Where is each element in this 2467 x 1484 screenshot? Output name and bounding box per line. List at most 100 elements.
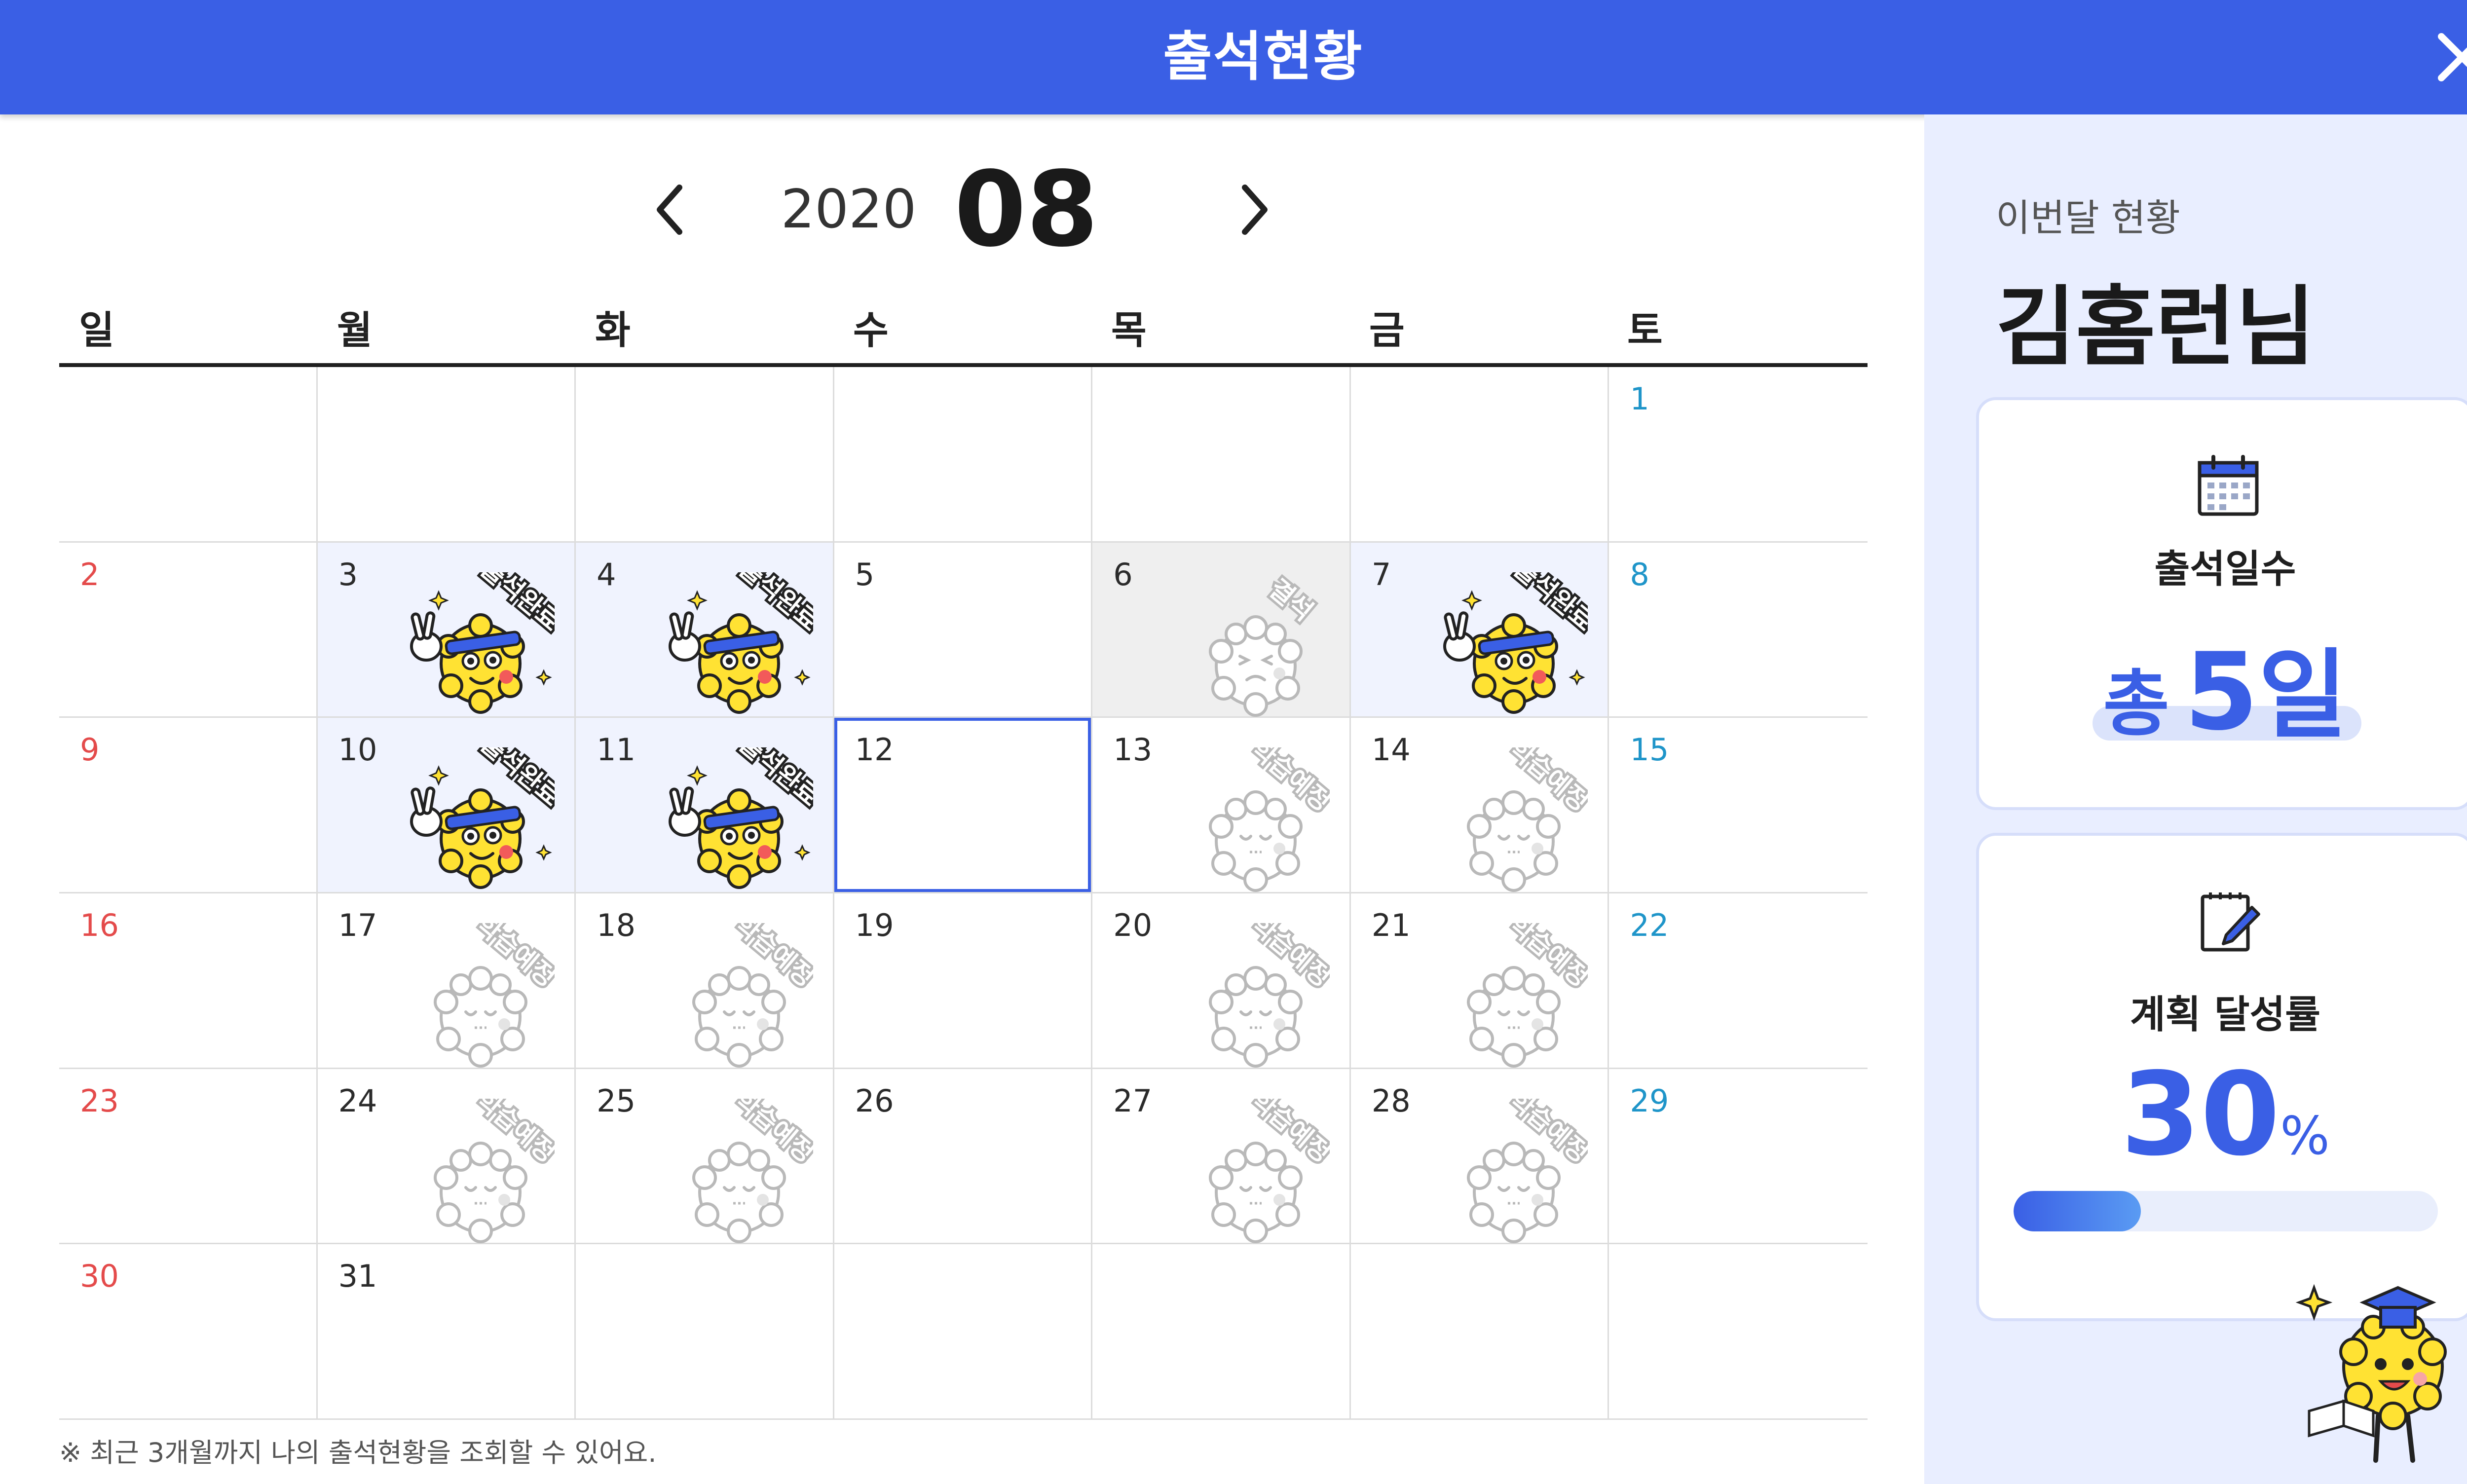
calendar-day-23[interactable]: 23 [59,1069,318,1245]
day-number: 26 [855,1082,894,1119]
plan-progress-fill [2014,1191,2141,1231]
chevron-left-icon [657,185,682,235]
day-number: 8 [1630,556,1649,593]
calendar-day-22[interactable]: 22 [1609,893,1868,1069]
plan-rate-unit: % [2280,1106,2330,1166]
calendar-day-26[interactable]: 26 [834,1069,1093,1245]
calendar-day-9[interactable]: 9 [59,718,318,893]
calendar-empty-cell [1092,1244,1351,1420]
calendar-day-4[interactable]: 4 출석완료 [576,542,834,720]
user-name: 김홈런님 [1996,277,2316,378]
day-number: 29 [1630,1082,1669,1119]
calendar-day-1[interactable]: 1 [1609,367,1868,543]
day-number: 13 [1113,732,1153,768]
study-planned-stamp-icon: 학습예정 [1172,732,1339,895]
footnote: ※ 최근 3개월까지 나의 출석현황을 조회할 수 있어요. [59,1437,657,1468]
calendar-day-13[interactable]: 13 학습예정 [1092,718,1351,893]
plan-rate-value: 30 [2121,1048,2280,1181]
calendar-day-29[interactable]: 29 [1609,1069,1868,1245]
notepad-pencil-icon [2194,888,2263,957]
attendance-total: 총 5일 [1979,617,2467,757]
attendance-unit: 일 [2258,639,2348,752]
day-number: 3 [338,556,358,593]
study-planned-stamp-icon: 학습예정 [1430,732,1597,895]
calendar-day-28[interactable]: 28 학습예정 [1350,1069,1609,1247]
calendar-day-3[interactable]: 3 출석완료 [317,542,576,720]
attendance-card: 출석일수 총 5일 [1976,397,2467,810]
calendar-day-25[interactable]: 25 학습예정 [576,1069,834,1245]
attendance-label: 출석일수 [2154,547,2296,592]
calendar-empty-cell [1350,367,1609,543]
title-bar: 출석현황 [0,0,2467,114]
study-planned-stamp-icon: 학습예정 [655,907,822,1071]
day-number: 12 [855,732,894,768]
day-number: 1 [1630,381,1649,417]
calendar-empty-cell [1609,1244,1868,1420]
calendar-day-16[interactable]: 16 [59,893,318,1069]
day-number: 4 [597,556,616,593]
weekday-label: 화 [595,308,631,353]
calendar-day-31[interactable]: 31 [317,1244,576,1420]
calendar-empty-cell [59,367,318,543]
study-planned-stamp-icon: 학습예정 [1172,1082,1339,1247]
weekday-label: 일 [79,308,114,353]
day-number: 19 [855,907,894,943]
calendar-day-19[interactable]: 19 [834,893,1093,1069]
calendar-day-15[interactable]: 15 [1609,718,1868,893]
attendance-complete-stamp-icon: 출석완료 [1430,551,1602,720]
day-number: 10 [338,732,377,768]
calendar-day-11[interactable]: 11 출석완료 [576,718,834,893]
attendance-complete-stamp-icon: 출석완료 [397,551,569,720]
weekday-label: 목 [1111,308,1147,353]
calendar-day-30[interactable]: 30 [59,1244,318,1420]
calendar-day-8[interactable]: 8 [1609,542,1868,718]
calendar-day-17[interactable]: 17 학습예정 [317,893,576,1071]
attendance-complete-stamp-icon: 출석완료 [655,551,827,720]
weekday-label: 월 [337,308,373,353]
weekday-label: 수 [853,308,889,353]
calendar-day-18[interactable]: 18 학습예정 [576,893,834,1069]
svg-text:결석: 결석 [1263,574,1318,627]
graduate-mascot-icon [2289,1268,2467,1475]
calendar-day-6[interactable]: 6 결석 [1092,542,1351,720]
calendar-day-5[interactable]: 5 [834,542,1093,718]
day-number: 2 [80,556,100,593]
day-number: 30 [80,1258,119,1295]
day-number: 11 [597,732,636,768]
plan-progress-bar [2014,1191,2438,1231]
study-planned-stamp-icon: 학습예정 [1430,1082,1597,1247]
calendar-day-24[interactable]: 24 학습예정 [317,1069,576,1245]
study-planned-stamp-icon: 학습예정 [655,1082,822,1247]
page-title: 출석현황 [1163,26,1363,88]
calendar-day-12[interactable]: 12 [834,718,1093,893]
prev-month-button[interactable] [649,178,688,242]
calendar-empty-cell [576,367,834,543]
day-number: 16 [80,907,119,943]
day-number: 9 [80,732,100,768]
weekday-label: 금 [1369,308,1405,353]
weekday-label: 토 [1627,308,1663,353]
calendar-day-7[interactable]: 7 출석완료 [1350,542,1609,720]
absent-stamp-icon: 결석 [1172,571,1330,720]
day-number: 24 [338,1082,377,1119]
calendar-day-14[interactable]: 14 학습예정 [1350,718,1609,895]
study-planned-stamp-icon: 학습예정 [397,907,564,1071]
calendar-grid: 123 출석완료 4 출석완료 5 6 결석 7 출석완료 8 9 10 출석완… [59,367,1868,1420]
calendar-day-2[interactable]: 2 [59,542,318,718]
calendar-empty-cell [834,1244,1093,1420]
plan-rate-label: 계획 달성률 [2130,993,2320,1037]
attendance-complete-stamp-icon: 출석완료 [397,727,569,895]
day-number: 18 [597,907,636,943]
calendar-day-21[interactable]: 21 학습예정 [1350,893,1609,1069]
plan-rate: 30% [1979,1048,2467,1181]
calendar-empty-cell [1092,367,1351,543]
day-number: 22 [1630,907,1669,943]
calendar-day-27[interactable]: 27 학습예정 [1092,1069,1351,1245]
plan-rate-card: 계획 달성률 30% [1976,833,2467,1321]
next-month-button[interactable] [1236,178,1275,242]
close-button[interactable] [2432,28,2467,87]
calendar-day-20[interactable]: 20 학습예정 [1092,893,1351,1069]
day-number: 7 [1371,556,1391,593]
day-number: 15 [1630,732,1669,768]
calendar-day-10[interactable]: 10 출석완료 [317,718,576,895]
